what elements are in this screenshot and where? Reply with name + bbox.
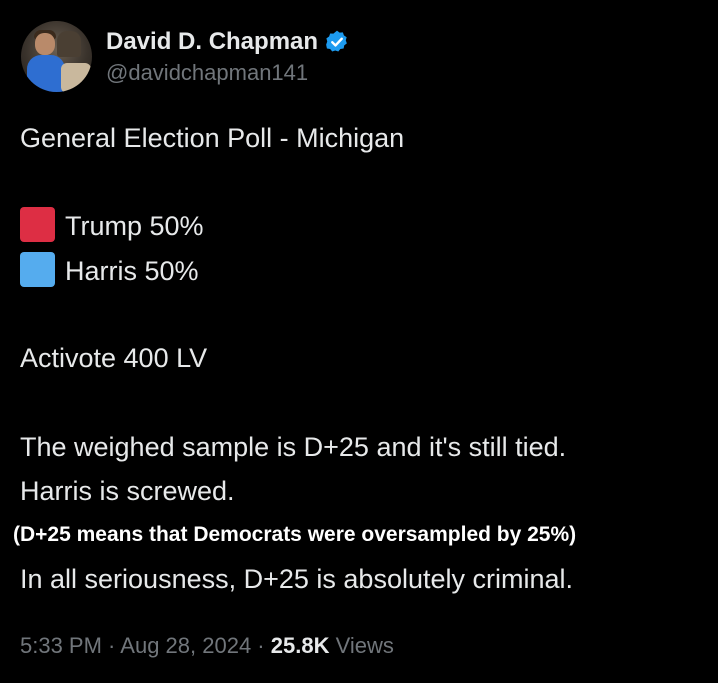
avatar-shirt — [27, 55, 65, 92]
tweet-title-line: General Election Poll - Michigan — [20, 123, 405, 153]
tweet-meta: 5:33 PM · Aug 28, 2024 · 25.8K Views — [20, 633, 394, 659]
avatar[interactable] — [21, 21, 92, 92]
avatar-head — [35, 33, 55, 55]
tweet-line-2: Harris is screwed. — [20, 476, 235, 506]
views-count[interactable]: 25.8K — [271, 633, 330, 658]
red-square-icon — [20, 207, 55, 242]
meta-separator: · — [101, 633, 121, 658]
verified-badge-icon — [326, 30, 347, 52]
meta-separator: · — [251, 633, 271, 658]
tweet-line-1: The weighed sample is D+25 and it's stil… — [20, 432, 567, 462]
liberty-bell-shape — [57, 31, 81, 57]
poll-label-trump: Trump 50% — [65, 211, 204, 241]
views-label: Views — [329, 633, 394, 658]
author-handle[interactable]: @davidchapman141 — [106, 60, 350, 86]
blue-square-icon — [20, 252, 55, 287]
author-display-name[interactable]: David D. Chapman — [106, 28, 318, 56]
poll-line-harris: Harris 50% — [20, 252, 199, 289]
tweet-header: David D. Chapman @davidchapman141 — [21, 21, 350, 92]
poll-line-trump: Trump 50% — [20, 207, 204, 244]
poll-label-harris: Harris 50% — [65, 256, 199, 286]
tweet-time[interactable]: 5:33 PM — [20, 633, 102, 658]
author-names: David D. Chapman @davidchapman141 — [106, 28, 350, 86]
name-row: David D. Chapman — [106, 28, 350, 56]
annotation-note: (D+25 means that Democrats were oversamp… — [13, 523, 577, 546]
tweet-line-3: In all seriousness, D+25 is absolutely c… — [20, 564, 573, 594]
avatar-leg — [61, 63, 91, 92]
tweet-date[interactable]: Aug 28, 2024 — [120, 633, 251, 658]
poll-source: Activote 400 LV — [20, 343, 208, 373]
